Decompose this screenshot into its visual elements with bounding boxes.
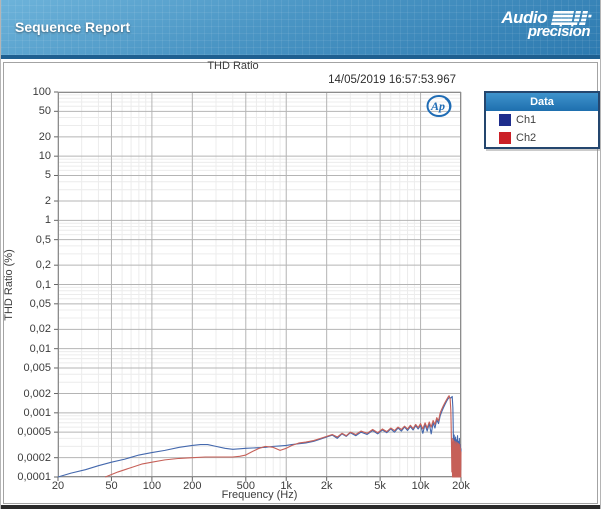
page-title: Sequence Report (15, 19, 131, 35)
y-tick-label: 50 (38, 105, 51, 118)
x-tick-label: 20k (452, 480, 470, 492)
legend-item-ch1: Ch1 (486, 111, 598, 129)
ch2-color-swatch (499, 132, 511, 144)
x-tick-label: 2k (320, 480, 333, 492)
x-axis-tick-labels: 20 50 100 200 500 1k 2k 5k 10k 20k (52, 480, 470, 494)
x-tick-label: 200 (183, 480, 202, 492)
ch2-label: Ch2 (516, 132, 537, 144)
x-tick-label: 50 (105, 480, 118, 492)
thd-ratio-plot (54, 91, 462, 481)
y-tick-label: 10 (38, 150, 51, 163)
x-tick-label: 500 (236, 480, 255, 492)
y-tick-label: 2 (44, 195, 51, 208)
ap-roundel-icon: Ap (426, 95, 452, 117)
y-tick-label: 0,1 (35, 278, 51, 291)
ch1-color-swatch (499, 114, 511, 126)
y-tick-label: 0,05 (29, 297, 51, 310)
x-tick-label: 20 (51, 480, 65, 492)
y-tick-label: 0,002 (23, 387, 51, 400)
y-tick-label: 0,02 (29, 323, 51, 336)
y-tick-label: 0,005 (23, 361, 51, 374)
y-tick-label: 0,0005 (17, 426, 51, 439)
y-tick-label: 100 (32, 86, 51, 98)
legend-item-ch2: Ch2 (486, 129, 598, 147)
y-tick-label: 1 (44, 214, 51, 227)
x-tick-label: 5k (374, 480, 386, 492)
series-ch1 (57, 395, 462, 478)
audio-precision-logo: Audio precision (501, 9, 592, 39)
y-tick-label: 0,0002 (17, 451, 51, 464)
measurement-timestamp: 14/05/2019 16:57:53.967 (328, 74, 456, 86)
y-tick-label: 0,001 (23, 406, 51, 419)
svg-text:Ap: Ap (430, 99, 445, 113)
x-tick-label: 10k (411, 480, 430, 492)
y-tick-label: 0,2 (35, 259, 51, 272)
y-tick-label: 0,01 (29, 342, 51, 355)
y-tick-label: 0,5 (35, 233, 51, 246)
legend-panel: Data Ch1 Ch2 (484, 91, 600, 149)
y-tick-label: 20 (38, 130, 51, 143)
x-tick-label: 100 (142, 480, 162, 492)
legend-title: Data (486, 93, 598, 111)
report-header: Sequence Report Audio precision (1, 0, 600, 59)
chart-title: THD Ratio (207, 60, 259, 72)
y-axis-tick-labels: 100 50 20 10 5 2 1 0,5 0,2 0,1 0,05 0,02 0,01 0,005 0,… (1, 86, 53, 483)
x-tick-label: 1k (280, 480, 293, 492)
ch1-label: Ch1 (516, 114, 537, 126)
sequence-report-page: Sequence Report Audio precision THD Rati… (0, 0, 601, 509)
y-tick-label: 5 (44, 169, 51, 182)
